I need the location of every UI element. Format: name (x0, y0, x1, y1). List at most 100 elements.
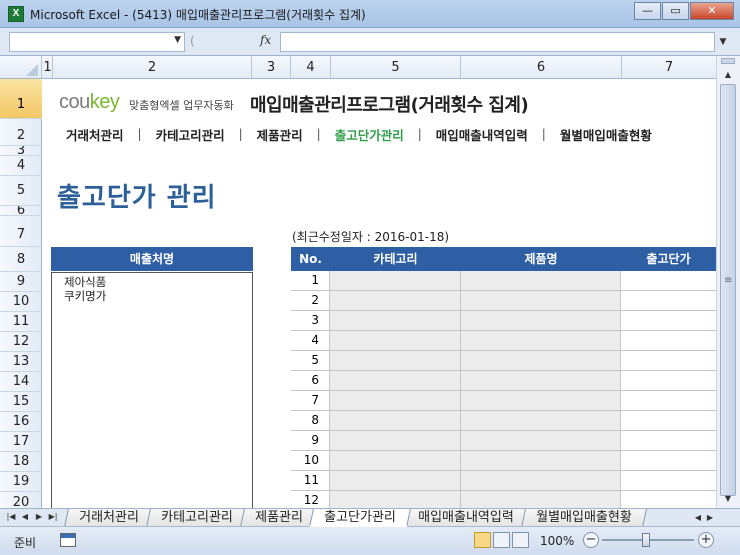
next-sheet-icon[interactable]: ▶ (32, 510, 46, 524)
nav-item-monthly-status[interactable]: 월별매입매출현황 (546, 125, 666, 144)
price-cell[interactable] (621, 411, 716, 430)
category-cell[interactable] (330, 331, 461, 350)
column-header[interactable]: 1 (43, 56, 53, 79)
vertical-scrollbar[interactable]: ▲ ▼ (716, 56, 740, 508)
page-break-view-button[interactable] (512, 532, 529, 548)
close-button[interactable]: ✕ (690, 2, 734, 20)
category-cell[interactable] (330, 271, 461, 290)
nav-item-products[interactable]: 제품관리 (243, 125, 317, 144)
nav-item-categories[interactable]: 카테고리관리 (142, 125, 239, 144)
price-cell[interactable] (621, 471, 716, 490)
list-item[interactable]: 쿠키명가 (52, 289, 252, 303)
price-cell[interactable] (621, 491, 716, 508)
product-cell[interactable] (461, 331, 621, 350)
row-header[interactable]: 3 (0, 146, 42, 156)
macro-record-icon[interactable] (60, 533, 76, 547)
price-cell[interactable] (621, 331, 716, 350)
restore-button[interactable]: ▭ (662, 2, 689, 20)
row-header[interactable]: 20 (0, 492, 42, 508)
row-header[interactable]: 4 (0, 156, 42, 176)
chevron-down-icon[interactable]: ▼ (174, 35, 181, 45)
minimize-button[interactable]: — (634, 2, 661, 20)
product-cell[interactable] (461, 451, 621, 470)
nav-item-transaction-entry[interactable]: 매입매출내역입력 (422, 125, 542, 144)
formula-input[interactable] (280, 32, 715, 52)
category-cell[interactable] (330, 351, 461, 370)
product-cell[interactable] (461, 431, 621, 450)
product-cell[interactable] (461, 351, 621, 370)
zoom-in-button[interactable]: + (698, 532, 714, 548)
tab-categories[interactable]: 카테고리관리 (145, 509, 248, 527)
column-header[interactable]: 6 (461, 56, 622, 79)
category-cell[interactable] (330, 291, 461, 310)
name-box[interactable]: ▼ (9, 32, 185, 52)
scroll-right-icon[interactable]: ▶ (704, 511, 716, 524)
zoom-level[interactable]: 100% (540, 534, 574, 548)
last-sheet-icon[interactable]: ▶| (46, 510, 60, 524)
row-header[interactable]: 18 (0, 452, 42, 472)
normal-view-button[interactable] (474, 532, 491, 548)
zoom-out-button[interactable]: − (583, 532, 599, 548)
nav-item-shipping-price[interactable]: 출고단가관리 (321, 125, 418, 144)
column-header[interactable]: 7 (622, 56, 716, 79)
cancel-entry-icon[interactable]: ( (190, 34, 204, 50)
category-cell[interactable] (330, 451, 461, 470)
product-cell[interactable] (461, 471, 621, 490)
list-item[interactable]: 제아식품 (52, 275, 252, 289)
price-cell[interactable] (621, 431, 716, 450)
row-header[interactable]: 8 (0, 247, 42, 272)
price-cell[interactable] (621, 451, 716, 470)
row-header[interactable]: 7 (0, 216, 42, 247)
price-cell[interactable] (621, 391, 716, 410)
split-handle[interactable] (721, 58, 735, 64)
page-layout-view-button[interactable] (493, 532, 510, 548)
tab-customers[interactable]: 거래처관리 (64, 509, 154, 527)
category-cell[interactable] (330, 311, 461, 330)
nav-item-customers[interactable]: 거래처관리 (43, 125, 138, 144)
row-header[interactable]: 9 (0, 272, 42, 292)
category-cell[interactable] (330, 391, 461, 410)
price-cell[interactable] (621, 291, 716, 310)
category-cell[interactable] (330, 491, 461, 508)
product-cell[interactable] (461, 491, 621, 508)
insert-function-button[interactable]: fx (260, 33, 271, 47)
price-cell[interactable] (621, 311, 716, 330)
row-header[interactable]: 15 (0, 392, 42, 412)
column-header[interactable]: 4 (291, 56, 331, 79)
excel-app-icon[interactable]: X (8, 6, 24, 22)
expand-formula-bar-icon[interactable]: ▼ (716, 32, 730, 52)
tab-monthly-status[interactable]: 월별매입매출현황 (520, 509, 647, 527)
scroll-up-icon[interactable]: ▲ (720, 68, 736, 82)
row-header[interactable]: 12 (0, 332, 42, 352)
customer-list[interactable]: 제아식품 쿠키명가 (51, 272, 253, 508)
product-cell[interactable] (461, 291, 621, 310)
row-header[interactable]: 1 (0, 79, 42, 119)
category-cell[interactable] (330, 371, 461, 390)
row-header[interactable]: 17 (0, 432, 42, 452)
scroll-left-icon[interactable]: ◀ (692, 511, 704, 524)
tab-transaction-entry[interactable]: 매입매출내역입력 (403, 509, 529, 527)
product-cell[interactable] (461, 371, 621, 390)
row-header[interactable]: 2 (0, 119, 42, 146)
category-cell[interactable] (330, 431, 461, 450)
zoom-slider-thumb[interactable] (642, 533, 650, 547)
price-cell[interactable] (621, 351, 716, 370)
prev-sheet-icon[interactable]: ◀ (18, 510, 32, 524)
row-header[interactable]: 16 (0, 412, 42, 432)
row-header[interactable]: 19 (0, 472, 42, 492)
select-all-corner[interactable] (0, 56, 42, 79)
first-sheet-icon[interactable]: |◀ (4, 510, 18, 524)
tab-products[interactable]: 제품관리 (239, 509, 318, 527)
column-header[interactable]: 5 (331, 56, 461, 79)
column-header[interactable]: 3 (252, 56, 291, 79)
row-header[interactable]: 6 (0, 206, 42, 216)
product-cell[interactable] (461, 271, 621, 290)
scroll-thumb[interactable] (720, 84, 736, 496)
product-cell[interactable] (461, 391, 621, 410)
price-cell[interactable] (621, 271, 716, 290)
scroll-down-icon[interactable]: ▼ (720, 492, 736, 506)
row-header[interactable]: 14 (0, 372, 42, 392)
category-cell[interactable] (330, 411, 461, 430)
row-header[interactable]: 10 (0, 292, 42, 312)
category-cell[interactable] (330, 471, 461, 490)
